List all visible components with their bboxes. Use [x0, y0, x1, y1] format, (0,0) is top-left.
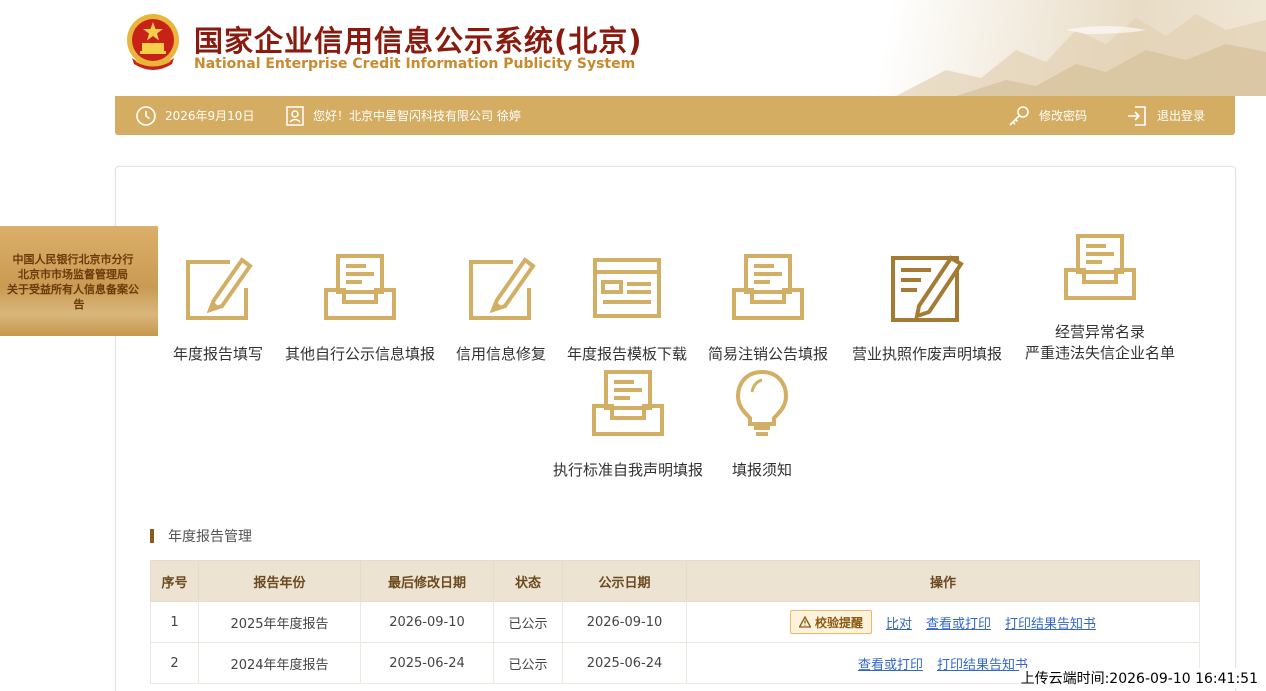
logout-icon — [1128, 105, 1146, 126]
tile-standard-self-declaration[interactable]: 执行标准自我声明填报 — [546, 368, 710, 480]
section-title-text: 年度报告管理 — [168, 529, 252, 545]
date-display: 2026年9月10日 — [135, 96, 254, 135]
validation-reminder-button[interactable]: 校验提醒 — [789, 610, 872, 634]
header-landscape-art — [806, 0, 1266, 96]
edit-pen-icon — [469, 257, 536, 320]
tile-label: 年度报告模板下载 — [566, 345, 687, 363]
view-print-link[interactable]: 查看或打印 — [926, 613, 991, 632]
compare-link[interactable]: 比对 — [886, 613, 912, 632]
tile-label: 信用信息修复 — [455, 345, 546, 363]
print-result-notice-link[interactable]: 打印结果告知书 — [937, 654, 1028, 673]
inbox-document-icon — [592, 370, 664, 436]
inbox-document-icon — [324, 254, 396, 320]
notice-line: 告 — [73, 298, 85, 311]
cell-year: 2025年年度报告 — [198, 601, 361, 643]
notice-line: 北京市市场监督管理局 — [18, 268, 128, 281]
tile-label: 经营异常名录 — [1054, 323, 1145, 341]
greeting-text: 您好！北京中星智闪科技有限公司 徐婷 — [313, 109, 521, 123]
user-toolbar: 2026年9月10日 您好！北京中星智闪科技有限公司 徐婷 修改密码 退出登录 — [115, 96, 1235, 135]
cell-modified: 2025-06-24 — [360, 642, 494, 684]
logout-label: 退出登录 — [1157, 109, 1206, 123]
cell-published: 2026-09-10 — [562, 601, 687, 643]
tile-other-disclosure[interactable]: 其他自行公示信息填报 — [280, 252, 440, 364]
change-password-button[interactable]: 修改密码 — [1007, 96, 1087, 135]
section-marker — [150, 529, 154, 543]
header: 国家企业信用信息公示系统(北京) National Enterprise Cre… — [0, 0, 1266, 96]
section-title-annual-report-management: 年度报告管理 — [150, 527, 252, 545]
lightbulb-icon — [735, 369, 789, 436]
inbox-document-icon — [1064, 234, 1136, 300]
tile-filing-instructions[interactable]: 填报须知 — [720, 368, 804, 480]
upload-timestamp: 上传云端时间:2026-09-10 16:41:51 — [1018, 668, 1260, 688]
notice-line: 关于受益所有人信息备案公 — [7, 283, 139, 296]
print-result-notice-link[interactable]: 打印结果告知书 — [1005, 613, 1096, 632]
tile-label: 年度报告填写 — [172, 345, 263, 363]
template-window-icon — [593, 258, 661, 318]
user-badge-icon — [286, 105, 304, 126]
tile-credit-repair[interactable]: 信用信息修复 — [450, 252, 552, 364]
user-greeting: 您好！北京中星智闪科技有限公司 徐婷 — [285, 96, 521, 135]
edit-pen-icon — [186, 257, 253, 320]
inbox-document-icon — [732, 254, 804, 320]
tile-simple-deregistration[interactable]: 简易注销公告填报 — [702, 252, 834, 364]
cell-published: 2025-06-24 — [562, 642, 687, 684]
tile-template-download[interactable]: 年度报告模板下载 — [562, 252, 692, 364]
tile-label: 执行标准自我声明填报 — [552, 461, 703, 479]
system-title: 国家企业信用信息公示系统(北京) — [194, 24, 643, 58]
col-header-year: 报告年份 — [198, 560, 361, 602]
table-header-row: 序号 报告年份 最后修改日期 状态 公示日期 操作 — [150, 560, 1200, 602]
change-password-label: 修改密码 — [1039, 109, 1088, 123]
annual-report-table: 序号 报告年份 最后修改日期 状态 公示日期 操作 1 2025年年度报告 20… — [150, 560, 1200, 684]
tile-abnormal-operation-list[interactable]: 经营异常名录 严重违法失信企业名单 — [1018, 232, 1182, 363]
current-date: 2026年9月10日 — [165, 109, 255, 123]
cell-status: 已公示 — [493, 642, 563, 684]
tile-label-secondary: 严重违法失信企业名单 — [1024, 344, 1175, 362]
col-header-no: 序号 — [150, 560, 199, 602]
logout-button[interactable]: 退出登录 — [1125, 96, 1205, 135]
notice-line: 中国人民银行北京市分行 — [12, 253, 134, 266]
national-emblem-icon — [127, 14, 179, 70]
view-print-link[interactable]: 查看或打印 — [858, 654, 923, 673]
cell-year: 2024年年度报告 — [198, 642, 361, 684]
beneficial-owner-notice-banner[interactable]: 中国人民银行北京市分行 北京市市场监督管理局 关于受益所有人信息备案公 告 — [0, 226, 158, 336]
tile-license-void-statement[interactable]: 营业执照作废声明填报 — [845, 252, 1009, 364]
warning-icon — [798, 616, 811, 628]
system-title-english: National Enterprise Credit Information P… — [194, 56, 636, 72]
col-header-status: 状态 — [493, 560, 563, 602]
tile-label: 填报须知 — [731, 461, 792, 479]
cell-no: 1 — [150, 601, 199, 643]
col-header-actions: 操作 — [686, 560, 1200, 602]
col-header-published: 公示日期 — [562, 560, 687, 602]
cell-status: 已公示 — [493, 601, 563, 643]
validation-reminder-label: 校验提醒 — [814, 615, 863, 630]
cell-actions: 校验提醒 比对 查看或打印 打印结果告知书 — [686, 601, 1200, 643]
table-row: 1 2025年年度报告 2026-09-10 已公示 2026-09-10 校验… — [150, 601, 1200, 643]
cell-modified: 2026-09-10 — [360, 601, 494, 643]
tile-annual-report-fill[interactable]: 年度报告填写 — [167, 252, 269, 364]
tile-label: 其他自行公示信息填报 — [284, 345, 435, 363]
clock-icon — [136, 105, 156, 126]
cell-no: 2 — [150, 642, 199, 684]
tile-label: 简易注销公告填报 — [707, 345, 828, 363]
col-header-modified: 最后修改日期 — [360, 560, 494, 602]
license-edit-icon — [891, 255, 964, 322]
key-icon — [1009, 105, 1029, 126]
tile-label: 营业执照作废声明填报 — [851, 345, 1002, 363]
